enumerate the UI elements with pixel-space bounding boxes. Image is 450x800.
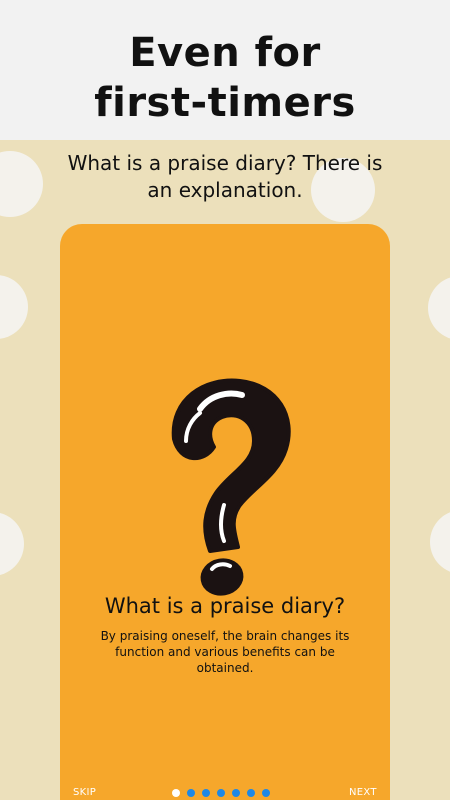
headline-line-1: Even for — [129, 30, 321, 76]
onboarding-screen: Even for first-timers What is a praise d… — [0, 0, 450, 800]
page-indicator — [172, 789, 282, 799]
skip-button[interactable]: SKIP — [73, 786, 96, 800]
decor-dot — [0, 512, 24, 576]
page-headline: Even for first-timers — [0, 28, 450, 128]
card-description: By praising oneself, the brain changes i… — [90, 628, 360, 676]
page-dot-4[interactable] — [217, 789, 225, 797]
subtitle-line-1: What is a praise diary? There is — [67, 151, 383, 175]
subtitle-line-2: an explanation. — [147, 178, 303, 202]
page-dot-2[interactable] — [187, 789, 195, 797]
page-dot-6[interactable] — [247, 789, 255, 797]
card-description-line-2: function and various benefits can be obt… — [115, 645, 335, 675]
explanation-card: What is a praise diary? By praising ones… — [60, 224, 390, 800]
question-mark-icon — [171, 378, 291, 596]
page-dot-1[interactable] — [172, 789, 180, 797]
decor-dot — [430, 510, 450, 574]
decor-dot — [0, 151, 43, 217]
next-button[interactable]: NEXT — [349, 786, 377, 800]
decor-dot — [0, 275, 28, 339]
page-dot-7[interactable] — [262, 789, 270, 797]
decor-dot — [428, 276, 450, 340]
headline-line-2: first-timers — [94, 80, 356, 126]
page-subtitle: What is a praise diary? There is an expl… — [40, 150, 410, 204]
page-dot-5[interactable] — [232, 789, 240, 797]
card-title: What is a praise diary? — [104, 594, 346, 618]
card-description-line-1: By praising oneself, the brain changes i… — [100, 629, 350, 643]
page-dot-3[interactable] — [202, 789, 210, 797]
